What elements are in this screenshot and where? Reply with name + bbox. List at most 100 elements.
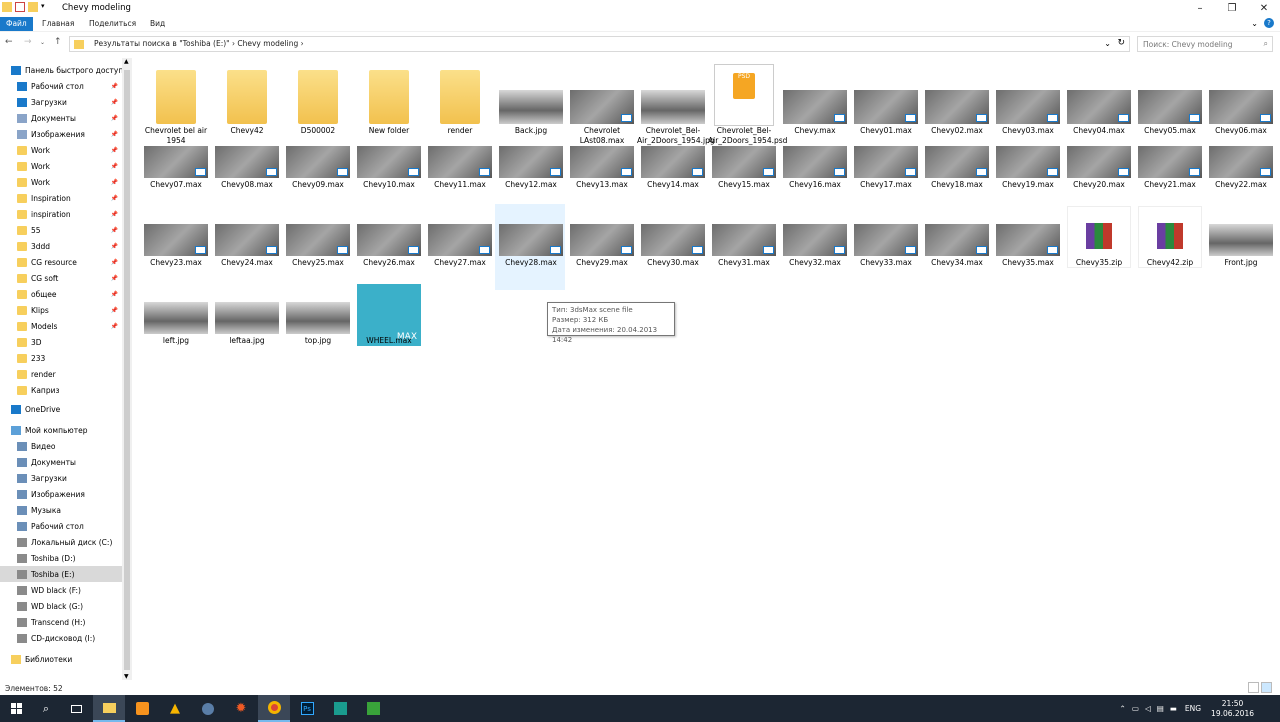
sidebar-item-quick-6[interactable]: Work 📌: [0, 174, 122, 190]
file-item[interactable]: Chevy35.max: [992, 204, 1062, 290]
sidebar-item-computer-10[interactable]: WD black (G:): [0, 598, 122, 614]
file-item[interactable]: Chevy19.max: [992, 126, 1062, 212]
file-item[interactable]: Chevy35.zip: [1063, 204, 1133, 290]
sidebar-item-computer-5[interactable]: Рабочий стол: [0, 518, 122, 534]
tab-share[interactable]: Поделиться: [83, 17, 142, 31]
sidebar-item-computer-1[interactable]: Документы: [0, 454, 122, 470]
forward-icon[interactable]: →: [24, 37, 32, 47]
sidebar-item-quick-19[interactable]: Каприз: [0, 382, 122, 398]
pin-icon[interactable]: 📌: [111, 227, 118, 234]
pin-icon[interactable]: 📌: [111, 147, 118, 154]
file-item[interactable]: Chevy16.max: [779, 126, 849, 212]
file-item[interactable]: Chevy31.max: [708, 204, 778, 290]
sidebar-item-onedrive[interactable]: OneDrive: [0, 401, 122, 417]
sidebar-item-computer-0[interactable]: Видео: [0, 438, 122, 454]
file-item[interactable]: Chevy20.max: [1063, 126, 1133, 212]
pin-icon[interactable]: 📌: [111, 211, 118, 218]
file-item[interactable]: Chevy23.max: [140, 204, 210, 290]
back-icon[interactable]: ←: [5, 37, 13, 47]
photoshop-icon[interactable]: Ps: [291, 695, 323, 722]
pin-icon[interactable]: 📌: [111, 179, 118, 186]
start-button[interactable]: [0, 695, 32, 722]
file-item[interactable]: Chevy08.max: [211, 126, 281, 212]
sidebar-quick-access[interactable]: Панель быстрого доступа: [0, 62, 122, 78]
sidebar-item-quick-13[interactable]: общее 📌: [0, 286, 122, 302]
sidebar-item-computer-4[interactable]: Музыка: [0, 502, 122, 518]
sidebar-item-quick-5[interactable]: Work 📌: [0, 158, 122, 174]
sidebar-item-quick-14[interactable]: Klips 📌: [0, 302, 122, 318]
explorer-icon[interactable]: [93, 695, 125, 722]
file-item[interactable]: leftaa.jpg: [211, 282, 281, 368]
gear-app-icon[interactable]: ✹: [225, 695, 257, 722]
sidebar-item-computer-12[interactable]: CD-дисковод (I:): [0, 630, 122, 646]
minimize-button[interactable]: –: [1184, 0, 1216, 16]
tab-home[interactable]: Главная: [36, 17, 80, 31]
file-item[interactable]: Chevy15.max: [708, 126, 778, 212]
sidebar-item-computer[interactable]: Мой компьютер: [0, 422, 122, 438]
recent-dropdown-icon[interactable]: ⌄: [40, 39, 45, 46]
file-item[interactable]: Chevy10.max: [353, 126, 423, 212]
3dsmax-icon[interactable]: [324, 695, 356, 722]
close-button[interactable]: ✕: [1248, 0, 1280, 16]
pin-icon[interactable]: 📌: [111, 307, 118, 314]
breadcrumb[interactable]: Результаты поиска в "Toshiba (E:)" › Che…: [94, 39, 304, 48]
file-item[interactable]: Chevy28.max: [495, 204, 565, 290]
network-icon[interactable]: ▭: [1132, 704, 1139, 713]
chrome-icon[interactable]: [258, 695, 290, 722]
clock[interactable]: 21:50 19.06.2016: [1211, 699, 1254, 719]
maximize-button[interactable]: ❐: [1216, 0, 1248, 16]
sidebar-item-quick-17[interactable]: 233: [0, 350, 122, 366]
pin-icon[interactable]: 📌: [111, 131, 118, 138]
help-icon[interactable]: ?: [1264, 18, 1274, 28]
file-item[interactable]: Chevy21.max: [1134, 126, 1204, 212]
file-item[interactable]: Chevy34.max: [921, 204, 991, 290]
file-item[interactable]: Chevy42.zip: [1134, 204, 1204, 290]
file-item[interactable]: Chevy14.max: [637, 126, 707, 212]
file-item[interactable]: Chevy07.max: [140, 126, 210, 212]
details-view-icon[interactable]: [1248, 682, 1259, 693]
file-item[interactable]: Chevy26.max: [353, 204, 423, 290]
file-item[interactable]: Chevy22.max: [1205, 126, 1275, 212]
file-item[interactable]: Chevy11.max: [424, 126, 494, 212]
file-item[interactable]: Chevy29.max: [566, 204, 636, 290]
tab-file[interactable]: Файл: [0, 17, 33, 31]
sidebar-item-quick-18[interactable]: render: [0, 366, 122, 382]
tab-view[interactable]: Вид: [144, 17, 171, 31]
sidebar-item-quick-16[interactable]: 3D: [0, 334, 122, 350]
file-item[interactable]: Chevy30.max: [637, 204, 707, 290]
file-item[interactable]: Chevy09.max: [282, 126, 352, 212]
steam-icon[interactable]: [192, 695, 224, 722]
qat-dropdown-icon[interactable]: ▾: [41, 2, 49, 12]
task-view-icon[interactable]: [60, 695, 92, 722]
app-green-icon[interactable]: [357, 695, 389, 722]
sidebar-item-quick-7[interactable]: Inspiration 📌: [0, 190, 122, 206]
refresh-icon[interactable]: ↻: [1117, 38, 1125, 48]
file-item[interactable]: Chevy27.max: [424, 204, 494, 290]
pin-icon[interactable]: 📌: [111, 275, 118, 282]
sidebar-item-quick-8[interactable]: inspiration 📌: [0, 206, 122, 222]
sidebar-item-computer-6[interactable]: Локальный диск (C:): [0, 534, 122, 550]
sidebar-item-computer-11[interactable]: Transcend (H:): [0, 614, 122, 630]
file-item[interactable]: Chevy13.max: [566, 126, 636, 212]
sidebar-item-computer-3[interactable]: Изображения: [0, 486, 122, 502]
pin-icon[interactable]: 📌: [111, 291, 118, 298]
sidebar-item-computer-7[interactable]: Toshiba (D:): [0, 550, 122, 566]
sidebar-item-computer-8[interactable]: Toshiba (E:): [0, 566, 122, 582]
sidebar-item-quick-2[interactable]: Документы 📌: [0, 110, 122, 126]
sidebar-item-quick-4[interactable]: Work 📌: [0, 142, 122, 158]
keyboard-icon[interactable]: ▬: [1170, 704, 1177, 713]
expand-ribbon-icon[interactable]: ⌄: [1251, 19, 1258, 28]
sidebar-item-quick-15[interactable]: Models 📌: [0, 318, 122, 334]
pin-icon[interactable]: 📌: [111, 323, 118, 330]
file-item[interactable]: MAX WHEEL.max: [353, 282, 423, 368]
file-item[interactable]: Chevy24.max: [211, 204, 281, 290]
pin-icon[interactable]: 📌: [111, 99, 118, 106]
properties-icon[interactable]: [15, 2, 25, 12]
sidebar-item-quick-1[interactable]: Загрузки 📌: [0, 94, 122, 110]
sidebar-item-quick-0[interactable]: Рабочий стол 📌: [0, 78, 122, 94]
pin-icon[interactable]: 📌: [111, 259, 118, 266]
sidebar-item-quick-3[interactable]: Изображения 📌: [0, 126, 122, 142]
file-item[interactable]: Chevy18.max: [921, 126, 991, 212]
file-item[interactable]: top.jpg: [282, 282, 352, 368]
up-icon[interactable]: ↑: [54, 37, 62, 47]
